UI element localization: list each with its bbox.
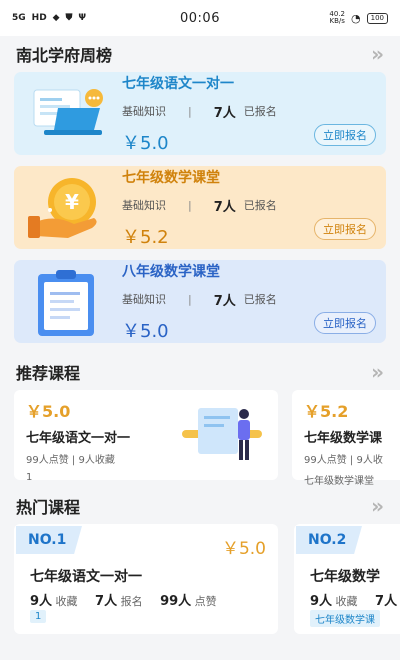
signup-button[interactable]: 立即报名 <box>314 124 376 146</box>
signup-button[interactable]: 立即报名 <box>314 312 376 334</box>
speed-unit: KB/s <box>329 17 345 25</box>
hot-title: 热门课程 <box>16 498 81 517</box>
signup-label: 已报名 <box>243 293 277 306</box>
collect-count: 9人 <box>30 594 53 609</box>
network-speed: 40.2 KB/s <box>329 11 345 25</box>
recommend-card[interactable]: ￥5.0 七年级语文一对一 99人点赞 | 9人收藏 1 <box>14 390 278 483</box>
wifi-icon: ◔ <box>351 11 361 25</box>
signup-label: 报名 <box>120 595 143 608</box>
course-title: 七年级数学 <box>310 569 380 585</box>
hot-card[interactable]: NO.1 ￥5.0 七年级语文一对一 9人 收藏 7人 报名 99人 点赞 1 <box>14 524 278 634</box>
recommend-title: 推荐课程 <box>16 364 81 383</box>
shield-icon: ⛊ <box>65 13 73 23</box>
signup-count: 7人 <box>95 594 118 609</box>
weekly-section-header: 南北学府周榜 » <box>0 36 400 72</box>
course-title: 七年级数学课堂 <box>122 169 220 186</box>
recommend-list: ￥5.0 七年级语文一对一 99人点赞 | 9人收藏 1 ￥5.2 七年级数学课 <box>0 390 400 487</box>
signal-indicator: 5G <box>12 13 26 23</box>
hot-list: NO.1 ￥5.0 七年级语文一对一 9人 收藏 7人 报名 99人 点赞 1 … <box>0 524 400 634</box>
hd-indicator: HD <box>31 13 47 23</box>
course-extra: 七年级数学课堂 <box>304 476 374 487</box>
course-meta: 基础知识 | 7人 已报名 <box>122 102 386 121</box>
course-stats: 9人 收藏 7人 <box>310 590 397 609</box>
coin-hand-illustration-icon: ¥ <box>14 166 114 249</box>
weekly-more-icon[interactable]: » <box>371 42 384 66</box>
signup-label: 已报名 <box>243 199 277 212</box>
recommend-more-icon[interactable]: » <box>371 360 384 384</box>
weekly-list: 七年级语文一对一 基础知识 | 7人 已报名 ￥5.0 立即报名 ¥ 七年级数学… <box>0 72 400 343</box>
weekly-card[interactable]: ¥ 七年级数学课堂 基础知识 | 7人 已报名 ￥5.2 立即报名 <box>14 166 386 249</box>
course-meta: 基础知识 | 7人 已报名 <box>122 196 386 215</box>
like-count: 99人 <box>160 594 192 609</box>
signup-count: 7人 <box>375 594 398 609</box>
weekly-card[interactable]: 八年级数学课堂 基础知识 | 7人 已报名 ￥5.0 立即报名 <box>14 260 386 343</box>
collect-label: 收藏 <box>55 595 78 608</box>
signup-label: 已报名 <box>243 105 277 118</box>
recommend-section-header: 推荐课程 » <box>0 354 400 390</box>
signup-count: 7人 <box>213 293 236 309</box>
meta-separator: | <box>188 198 192 212</box>
person-board-illustration-icon <box>182 404 266 466</box>
course-tag: 基础知识 <box>122 199 166 212</box>
collect-label: 收藏 <box>335 595 358 608</box>
course-price: ￥5.0 <box>221 539 266 559</box>
course-title: 七年级数学课 <box>304 431 383 446</box>
laptop-illustration-icon <box>14 72 114 155</box>
weekly-title: 南北学府周榜 <box>16 46 113 65</box>
status-time: 00:06 <box>180 10 220 26</box>
course-stats: 9人 收藏 7人 报名 99人 点赞 <box>30 590 217 609</box>
meta-separator: | <box>188 292 192 306</box>
course-meta: 基础知识 | 7人 已报名 <box>122 290 386 309</box>
status-left: 5G HD ◆ ⛊ Ψ <box>12 13 137 23</box>
signup-count: 7人 <box>213 199 236 215</box>
course-title: 八年级数学课堂 <box>122 263 220 280</box>
status-bar: 5G HD ◆ ⛊ Ψ 00:06 40.2 KB/s ◔ 100 <box>0 0 400 36</box>
hot-more-icon[interactable]: » <box>371 494 384 518</box>
course-extra: 1 <box>26 472 33 483</box>
like-label: 点赞 <box>194 595 217 608</box>
notification-icon: ◆ <box>52 13 60 23</box>
course-tag: 七年级数学课 <box>310 610 380 627</box>
course-price: ￥5.2 <box>304 402 349 421</box>
rank-badge: NO.1 <box>16 526 82 554</box>
weekly-card[interactable]: 七年级语文一对一 基础知识 | 7人 已报名 ￥5.0 立即报名 <box>14 72 386 155</box>
usb-icon: Ψ <box>78 13 87 23</box>
svg-text:¥: ¥ <box>65 190 79 214</box>
clipboard-illustration-icon <box>14 260 114 343</box>
meta-separator: | <box>188 104 192 118</box>
course-title: 七年级语文一对一 <box>122 75 234 92</box>
hot-card[interactable]: NO.2 七年级数学 9人 收藏 7人 七年级数学课 <box>294 524 400 634</box>
course-tag: 基础知识 <box>122 105 166 118</box>
collect-count: 9人 <box>310 594 333 609</box>
signup-count: 7人 <box>213 105 236 121</box>
hot-section-header: 热门课程 » <box>0 488 400 524</box>
course-tag: 1 <box>30 610 47 623</box>
course-stats: 99人点赞 | 9人收 <box>304 455 383 466</box>
battery-icon: 100 <box>366 12 388 24</box>
signup-button[interactable]: 立即报名 <box>314 218 376 240</box>
status-right: 40.2 KB/s ◔ 100 <box>263 11 388 25</box>
course-tag: 基础知识 <box>122 293 166 306</box>
recommend-card[interactable]: ￥5.2 七年级数学课 99人点赞 | 9人收 七年级数学课堂 <box>292 390 400 487</box>
app-screen: 5G HD ◆ ⛊ Ψ 00:06 40.2 KB/s ◔ 100 南北学府周榜… <box>0 0 400 660</box>
course-title: 七年级语文一对一 <box>30 569 142 585</box>
rank-badge: NO.2 <box>296 526 362 554</box>
